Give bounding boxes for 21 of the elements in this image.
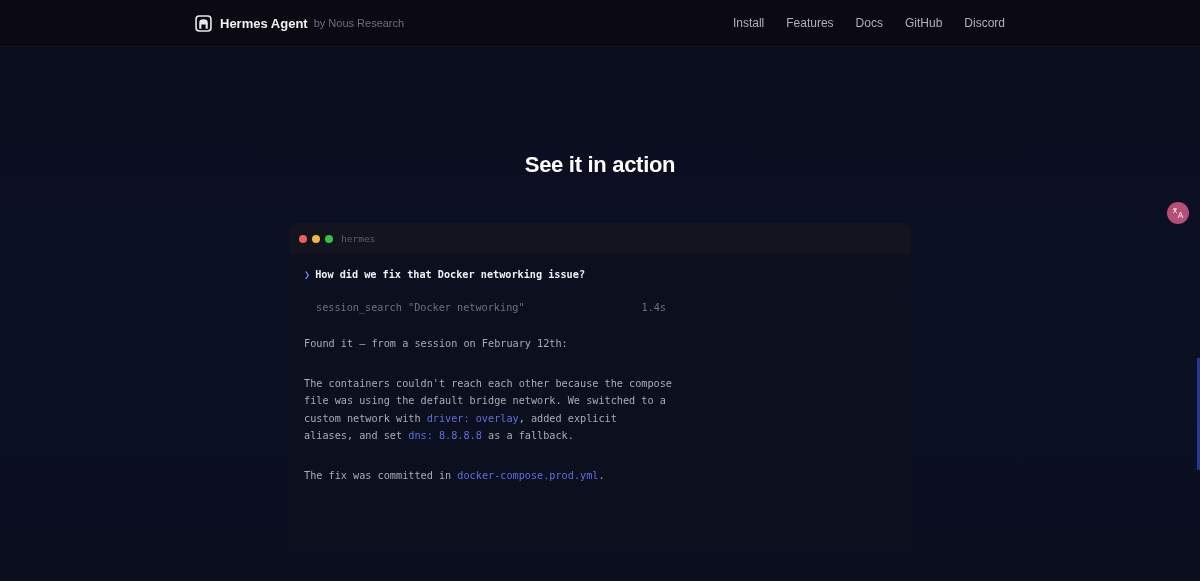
section-heading: See it in action [523,152,677,178]
tool-duration: 1.4s [641,302,666,313]
scrollbar[interactable] [1197,358,1200,470]
nav-link[interactable]: GitHub [904,16,943,30]
response-paragraph: The containers couldn't reach each other because the compose file was using the default bridge network. We switched to a custom network with driver: overlay, added explicit aliases, and set dns: 8.8.8.8 as a fallback. [304,376,673,443]
nav-link[interactable]: Install [732,16,765,30]
brand-byline: by Nous Research [313,17,405,29]
brand-name[interactable]: Hermes Agent [220,15,308,31]
terminal-title: hermes [341,233,376,244]
tool-call: session_search "Docker networking" [316,302,525,313]
user-prompt: How did we fix that Docker networking issue? [315,269,585,280]
translate-button[interactable] [1167,202,1189,224]
response-paragraph: Found it — from a session on February 12th: [304,337,569,351]
response-paragraph: The fix was committed in docker-compose.prod.yml. [304,468,606,483]
translate-icon [1172,207,1184,219]
logo-icon [195,14,212,32]
nav-link[interactable]: Docs [855,16,883,30]
prompt-mark: ❯ [304,269,311,280]
nav-link[interactable]: Discord [964,16,1005,30]
window-controls-icon [299,234,333,243]
nav-link[interactable]: Features [786,16,834,30]
